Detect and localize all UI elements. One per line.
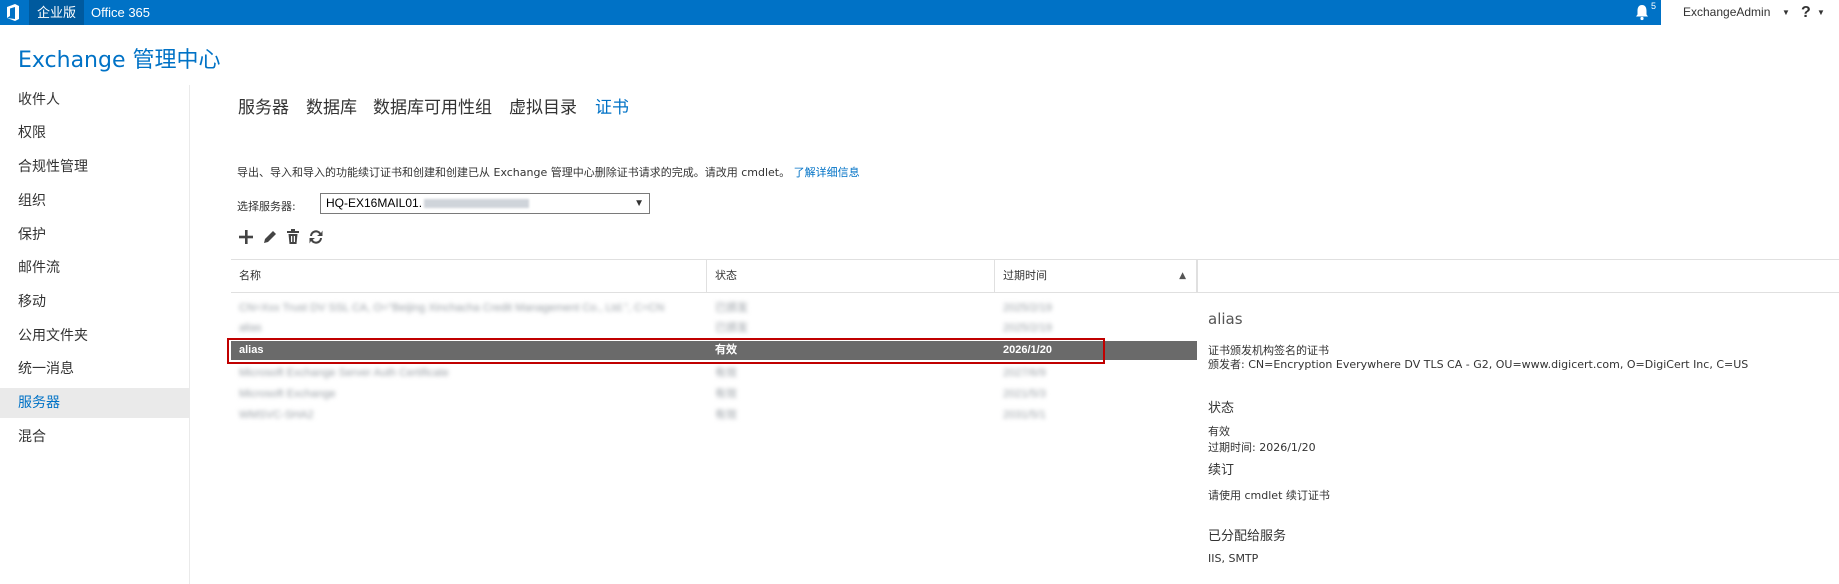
cell-expires: 2031/5/1: [1003, 409, 1046, 421]
sidebar-item-recipients[interactable]: 收件人: [0, 85, 190, 115]
details-renew-text: 请使用 cmdlet 续订证书: [1208, 489, 1330, 502]
tab-servers[interactable]: 服务器: [238, 93, 289, 118]
table-row[interactable]: WMSVC-SHA2 有效 2031/5/1: [231, 406, 1197, 425]
learn-more-link[interactable]: 了解详细信息: [794, 166, 860, 179]
office365-link[interactable]: Office 365: [83, 0, 158, 25]
details-header: [1197, 259, 1839, 293]
sidebar-item-servers[interactable]: 服务器: [0, 388, 190, 418]
tab-certificates[interactable]: 证书: [595, 93, 629, 118]
redacted-text: [424, 199, 530, 209]
cell-name: CN=Xxx Trust DV SSL CA, O="Beijing Xinch…: [239, 302, 665, 314]
table-row[interactable]: CN=Xxx Trust DV SSL CA, O="Beijing Xinch…: [231, 299, 1197, 318]
user-area: ExchangeAdmin ▼ ? ▼: [1661, 0, 1839, 25]
details-services-heading: 已分配给服务: [1208, 529, 1287, 544]
sidebar-item-mail-flow[interactable]: 邮件流: [0, 253, 190, 283]
details-status-value: 有效: [1208, 425, 1230, 438]
delete-icon[interactable]: [284, 228, 302, 246]
cell-name: WMSVC-SHA2: [239, 409, 314, 421]
office-logo-icon[interactable]: [5, 4, 21, 21]
sidebar-item-unified-messaging[interactable]: 统一消息: [0, 354, 190, 384]
refresh-icon[interactable]: [307, 228, 325, 246]
column-header-name[interactable]: 名称: [231, 260, 707, 292]
certificate-table-header: 名称 状态 过期时间 ▲: [231, 259, 1197, 293]
table-row[interactable]: alias 已颁发 2025/2/19: [231, 319, 1197, 338]
cell-expires: 2027/6/9: [1003, 367, 1046, 379]
cell-name: Microsoft Exchange: [239, 388, 336, 400]
cell-expires: 2025/2/19: [1003, 302, 1052, 314]
column-header-status[interactable]: 状态: [707, 260, 995, 292]
server-select-label: 选择服务器:: [237, 200, 296, 213]
caret-down-icon[interactable]: ▼: [1782, 0, 1790, 25]
sidebar-item-organization[interactable]: 组织: [0, 186, 190, 216]
user-menu[interactable]: ExchangeAdmin: [1683, 0, 1770, 25]
notification-count: 5: [1651, 1, 1657, 11]
cell-status: 有效: [715, 367, 737, 379]
app-title: Exchange 管理中心: [18, 48, 221, 73]
selection-highlight-box: [227, 338, 1105, 364]
help-button[interactable]: ?: [1801, 0, 1811, 25]
sidebar-item-protection[interactable]: 保护: [0, 220, 190, 250]
sidebar-item-hybrid[interactable]: 混合: [0, 422, 190, 452]
sidebar-item-public-folders[interactable]: 公用文件夹: [0, 321, 190, 351]
details-expiry: 过期时间: 2026/1/20: [1208, 441, 1316, 454]
tab-databases[interactable]: 数据库: [306, 93, 357, 118]
cell-status: 已颁发: [715, 302, 748, 314]
table-row[interactable]: Microsoft Exchange Server Auth Certifica…: [231, 364, 1197, 383]
details-title: alias: [1208, 310, 1243, 328]
description: 导出、导入和导入的功能续订证书和创建和创建已从 Exchange 管理中心删除证…: [237, 164, 860, 180]
left-nav: 收件人 权限 合规性管理 组织 保护 邮件流 移动 公用文件夹 统一消息 服务器…: [0, 85, 190, 584]
cell-name: Microsoft Exchange Server Auth Certifica…: [239, 367, 449, 379]
cell-expires: 2021/5/3: [1003, 388, 1046, 400]
top-bar: 企业版 Office 365 5 ExchangeAdmin ▼ ? ▼: [0, 0, 1839, 25]
description-text: 导出、导入和导入的功能续订证书和创建和创建已从 Exchange 管理中心删除证…: [237, 166, 791, 179]
details-issuer: 颁发者: CN=Encryption Everywhere DV TLS CA …: [1208, 358, 1749, 371]
column-header-expires-label: 过期时间: [1003, 269, 1047, 282]
server-select-value: HQ-EX16MAIL01.: [326, 196, 423, 210]
cell-name: alias: [239, 322, 262, 334]
edit-icon[interactable]: [261, 228, 279, 246]
details-services-value: IIS, SMTP: [1208, 552, 1259, 565]
tab-dag[interactable]: 数据库可用性组: [373, 93, 492, 118]
column-header-expires[interactable]: 过期时间 ▲: [995, 260, 1197, 292]
enterprise-link[interactable]: 企业版: [29, 0, 85, 25]
details-status-heading: 状态: [1208, 401, 1235, 416]
cell-status: 有效: [715, 388, 737, 400]
cell-status: 已颁发: [715, 322, 748, 334]
help-caret-icon[interactable]: ▼: [1817, 0, 1825, 25]
sidebar-item-mobile[interactable]: 移动: [0, 287, 190, 317]
sort-ascending-icon: ▲: [1179, 271, 1186, 281]
sidebar-item-compliance[interactable]: 合规性管理: [0, 152, 190, 182]
tab-virtual-directories[interactable]: 虚拟目录: [509, 93, 577, 118]
cell-expires: 2025/2/19: [1003, 322, 1052, 334]
details-renew-heading: 续订: [1208, 463, 1235, 478]
table-row[interactable]: Microsoft Exchange 有效 2021/5/3: [231, 385, 1197, 404]
notification-bell-icon[interactable]: [1633, 3, 1651, 21]
chevron-down-icon[interactable]: ▼: [634, 194, 644, 213]
sidebar-item-permissions[interactable]: 权限: [0, 118, 190, 148]
server-select[interactable]: HQ-EX16MAIL01. ▼: [320, 193, 650, 214]
add-icon[interactable]: [237, 228, 255, 246]
cell-status: 有效: [715, 409, 737, 421]
